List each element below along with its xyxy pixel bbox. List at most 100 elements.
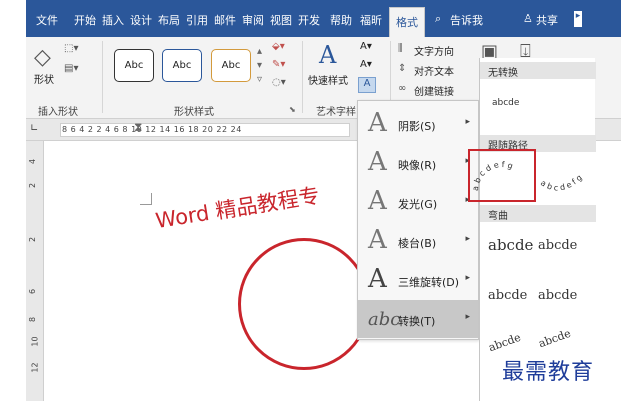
shape-styles-launcher-icon[interactable]: ⬊	[289, 105, 296, 114]
text-outline-icon[interactable]: A▾	[360, 59, 372, 70]
warp-option-3[interactable]: abcde	[488, 288, 527, 303]
circle-shape[interactable]	[238, 238, 370, 370]
arch-down-text-icon: a b c d e f g	[539, 173, 584, 193]
tab-developer[interactable]: 开发	[298, 12, 320, 28]
text-box-icon[interactable]: ▤▾	[64, 63, 78, 74]
vruler-number: 2	[28, 236, 38, 243]
ribbon-scroll-right-icon[interactable]: ▸	[574, 11, 582, 27]
chevron-right-icon: ▸	[465, 312, 470, 322]
shape-style-1[interactable]: Abc	[114, 49, 154, 82]
text-effects-icon[interactable]: A	[358, 77, 376, 93]
chevron-right-icon: ▸	[465, 234, 470, 244]
margin-corner-mark	[140, 193, 152, 205]
tab-help[interactable]: 帮助	[330, 12, 352, 28]
warp-option-4[interactable]: abcde	[538, 288, 577, 303]
menu-item-label: 三维旋转(D)	[398, 276, 460, 289]
menu-item-bevel[interactable]: A 棱台(B) ▸	[358, 222, 478, 260]
shapes-button-label[interactable]: 形状	[34, 71, 54, 86]
wordart-styles-group-label: 艺术字样	[316, 107, 356, 118]
menu-item-label: 映像(R)	[398, 159, 437, 172]
menu-item-label: 转换(T)	[398, 315, 436, 328]
indent-marker-icon[interactable]: ⧗	[134, 120, 142, 135]
warp-option-1[interactable]: abcde	[488, 236, 533, 254]
tab-home[interactable]: 开始	[74, 12, 96, 28]
tab-review[interactable]: 审阅	[242, 12, 264, 28]
svg-text:a b c d e f g: a b c d e f g	[539, 173, 584, 193]
create-link-button[interactable]: 创建链接	[414, 83, 454, 98]
tab-layout[interactable]: 布局	[158, 12, 180, 28]
share-button[interactable]: 共享	[536, 12, 558, 28]
transform-icon: abc	[368, 309, 401, 330]
group-divider	[302, 41, 303, 113]
glow-icon: A	[368, 186, 387, 216]
link-icon[interactable]: ∞	[398, 83, 406, 94]
bevel-icon: A	[368, 225, 387, 255]
shapes-icon[interactable]: ◇	[34, 45, 51, 70]
gallery-section-no-transform: 无转换	[480, 62, 596, 79]
vruler-number: 6	[28, 288, 38, 295]
menu-item-label: 阴影(S)	[398, 120, 436, 133]
shape-style-3[interactable]: Abc	[211, 49, 251, 82]
ruler-numbers: 8 6 4 2 2 4 6 8 10 12 14 16 18 20 22 24	[62, 125, 242, 134]
shape-styles-group-label: 形状样式	[174, 107, 214, 118]
menu-item-transform[interactable]: abc 转换(T) ▸	[358, 300, 478, 338]
shape-style-2[interactable]: Abc	[162, 49, 202, 82]
tell-me-box[interactable]: 告诉我	[450, 12, 483, 28]
warp-option-6[interactable]: abcde	[537, 327, 573, 351]
text-fill-icon[interactable]: A▾	[360, 41, 372, 52]
menu-item-shadow[interactable]: A 阴影(S) ▸	[358, 105, 478, 143]
tab-foxit[interactable]: 福昕	[360, 12, 382, 28]
quick-styles-icon[interactable]: A	[319, 41, 336, 69]
tab-stop-icon[interactable]: ∟	[30, 123, 38, 134]
vruler-number: 12	[30, 362, 40, 373]
warp-option-5[interactable]: abcde	[487, 331, 523, 355]
tab-design[interactable]: 设计	[130, 12, 152, 28]
quick-styles-label[interactable]: 快速样式	[308, 72, 348, 87]
align-text-button[interactable]: 对齐文本	[414, 63, 454, 78]
menu-item-label: 棱台(B)	[398, 237, 437, 250]
insert-shape-group-label: 插入形状	[38, 107, 78, 118]
vruler-number: 8	[28, 316, 38, 323]
svg-text:a b c d e f g: a b c d e f g	[471, 160, 514, 191]
arch-text-icon: a b c d e f g	[471, 160, 514, 191]
text-direction-icon[interactable]: ⫼	[398, 43, 403, 54]
transform-gallery: 无转换 abcde 跟随路径 a b c d e f g a b c d e f…	[468, 58, 596, 401]
chevron-right-icon: ▸	[465, 117, 470, 127]
tab-mailings[interactable]: 邮件	[214, 12, 236, 28]
vruler-number: 4	[28, 158, 38, 165]
tab-references[interactable]: 引用	[186, 12, 208, 28]
styles-scroll-icon[interactable]: ▴ ▾ ▿	[257, 45, 262, 87]
edit-shape-icon[interactable]: ⬚▾	[64, 43, 78, 54]
tab-insert[interactable]: 插入	[102, 12, 124, 28]
warp-option-2[interactable]: abcde	[538, 238, 577, 253]
gallery-section-warp: 弯曲	[480, 205, 596, 222]
shape-fill-icon[interactable]: ⬙▾	[272, 41, 285, 52]
tab-file[interactable]: 文件	[36, 12, 58, 28]
watermark-text: 最需教育	[502, 360, 595, 385]
tab-view[interactable]: 视图	[270, 12, 292, 28]
vruler-number: 2	[28, 182, 38, 189]
menu-item-glow[interactable]: A 发光(G) ▸	[358, 183, 478, 221]
text-direction-button[interactable]: 文字方向	[414, 43, 454, 58]
chevron-right-icon: ▸	[465, 273, 470, 283]
menu-item-label: 发光(G)	[398, 198, 438, 211]
user-icon: ♙	[523, 12, 533, 25]
search-icon[interactable]: ⌕	[435, 12, 441, 26]
shadow-icon: A	[368, 108, 387, 138]
vertical-ruler: 4 2 2 6 8 10 12	[26, 141, 44, 401]
3d-rotation-icon: A	[368, 264, 387, 294]
follow-path-arch-option[interactable]: a b c d e f g	[468, 149, 536, 202]
tab-format[interactable]: 格式	[389, 7, 425, 37]
text-effects-menu: A 阴影(S) ▸ A 映像(R) ▸ A 发光(G) ▸ A 棱台(B) ▸ …	[357, 100, 479, 340]
shape-outline-icon[interactable]: ✎▾	[272, 59, 285, 70]
menu-item-3d-rotation[interactable]: A 三维旋转(D) ▸	[358, 261, 478, 299]
vruler-number: 10	[30, 336, 40, 347]
shape-effects-icon[interactable]: ◌▾	[272, 77, 286, 88]
group-divider	[102, 41, 103, 113]
menu-item-reflection[interactable]: A 映像(R) ▸	[358, 144, 478, 182]
follow-path-arch-down-option[interactable]: a b c d e f g	[536, 164, 592, 198]
ribbon-tab-bar: 文件 开始 插入 设计 布局 引用 邮件 审阅 视图 开发 帮助 福昕 格式 ⌕…	[26, 0, 621, 37]
align-text-icon[interactable]: ⇕	[398, 63, 406, 74]
no-transform-option[interactable]: abcde	[492, 98, 519, 108]
reflection-icon: A	[368, 147, 387, 177]
